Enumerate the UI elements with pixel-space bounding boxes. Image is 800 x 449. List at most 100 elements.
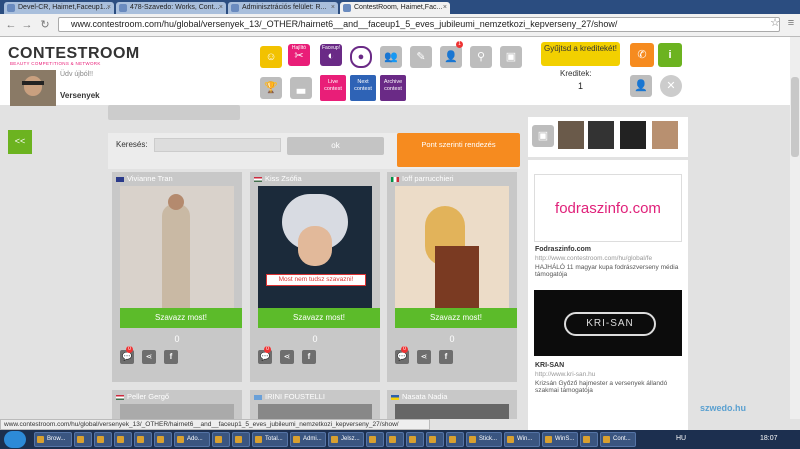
app-icon (215, 436, 222, 443)
clock[interactable]: 18:07 (760, 435, 778, 442)
fodraszinfo-logo[interactable]: fodraszinfo.com (534, 174, 682, 242)
krisan-logo[interactable]: KRI-SAN (534, 290, 682, 356)
close-tab-icon[interactable]: × (107, 2, 111, 14)
contestant-photo[interactable] (120, 186, 234, 314)
browser-tab-2[interactable]: 478-Szavedo: Works, Cont... × (116, 2, 226, 14)
archive-contest-button[interactable]: Archive contest (380, 75, 406, 101)
taskbar-item[interactable] (366, 432, 384, 447)
scissors-icon[interactable]: Hajlító ✂ (288, 44, 310, 66)
badge-icon[interactable]: ● (350, 46, 372, 68)
language-indicator[interactable]: HU (676, 435, 686, 442)
back-button[interactable]: << (8, 130, 32, 154)
gallery-icon[interactable]: ▣ (500, 46, 522, 68)
logout-icon[interactable]: ✕ (660, 75, 682, 97)
share-icon[interactable]: ⋖ (417, 350, 431, 364)
group-icon[interactable]: 👤 (440, 46, 462, 68)
taskbar-item[interactable]: Cont... (600, 432, 636, 447)
browser-tab-3[interactable]: Adminisztrációs felület: R... × (228, 2, 338, 14)
browser-tab-1[interactable]: Devel-CR, Haimet,Faceup1... × (4, 2, 114, 14)
phone-icon[interactable]: ✆ (630, 43, 654, 67)
facebook-icon[interactable]: f (439, 350, 453, 364)
podium-icon[interactable]: ▃ (290, 77, 312, 99)
sponsor-title[interactable]: KRI-SAN (535, 362, 564, 369)
vote-count: 0 (174, 334, 180, 344)
photo-figure (162, 204, 190, 314)
vote-now-button[interactable]: Szavazz most! (395, 308, 517, 328)
contestant-photo[interactable]: Most nem tudsz szavazni! (258, 186, 372, 314)
taskbar-item[interactable] (426, 432, 444, 447)
browser-tab-4-active[interactable]: ContestRoom, Haimet,Fac... × (340, 2, 450, 14)
collect-credit-button[interactable]: Gyűjtsd a kreditekét! (541, 42, 620, 66)
gallery-icon[interactable]: ▣ (532, 125, 554, 147)
taskbar-item[interactable] (386, 432, 404, 447)
taskbar-item[interactable]: Total... (252, 432, 288, 447)
thumbnail[interactable] (588, 121, 614, 149)
sponsor-url[interactable]: http://www.contestroom.com/hu/global/fe (535, 255, 685, 262)
sponsor-title[interactable]: Fodraszinfo.com (535, 246, 591, 253)
taskbar-item[interactable] (134, 432, 152, 447)
share-icon[interactable]: ⋖ (142, 350, 156, 364)
vote-now-button[interactable]: Szavazz most! (120, 308, 242, 328)
facebook-icon[interactable]: f (164, 350, 178, 364)
avatar[interactable] (10, 70, 56, 106)
taskbar-item[interactable]: Jelsz... (328, 432, 364, 447)
thumbnail[interactable] (558, 121, 584, 149)
taskbar-item[interactable] (114, 432, 132, 447)
people-icon[interactable]: 👥 (380, 46, 402, 68)
sponsor-url[interactable]: http://www.kri-san.hu (535, 371, 595, 378)
username[interactable]: Versenyek (60, 91, 100, 100)
taskbar-item[interactable]: WinS... (542, 432, 578, 447)
taskbar-item[interactable]: Admi... (290, 432, 326, 447)
app-icon (409, 436, 416, 443)
close-tab-icon[interactable]: × (331, 2, 335, 14)
scrollbar-thumb[interactable] (791, 77, 799, 157)
taskbar-item[interactable] (580, 432, 598, 447)
search-input[interactable] (154, 138, 281, 152)
start-button[interactable] (4, 431, 26, 448)
share-icon[interactable]: ⋖ (280, 350, 294, 364)
taskbar-item[interactable] (94, 432, 112, 447)
taskbar-item[interactable] (154, 432, 172, 447)
taskbar-item[interactable]: Ado... (174, 432, 210, 447)
edit-icon[interactable]: ✎ (410, 46, 432, 68)
taskbar-item[interactable] (74, 432, 92, 447)
taskbar-item[interactable]: Stick... (466, 432, 502, 447)
user-settings-icon[interactable]: 👤 (630, 75, 652, 97)
taskbar-item[interactable]: Win... (504, 432, 540, 447)
facebook-icon[interactable]: f (302, 350, 316, 364)
chrome-menu-icon[interactable]: ≡ (784, 16, 798, 30)
banner-button[interactable] (108, 105, 240, 120)
app-icon (603, 436, 610, 443)
thumbnail[interactable] (652, 121, 678, 149)
contestant-photo[interactable] (258, 404, 372, 419)
contestant-photo[interactable] (120, 404, 234, 419)
close-tab-icon[interactable]: × (219, 2, 223, 14)
taskbar-item[interactable]: Brow... (34, 432, 72, 447)
smiley-icon[interactable]: ☺ (260, 46, 282, 68)
taskbar-item[interactable] (212, 432, 230, 447)
reload-icon[interactable]: ↻ (38, 18, 52, 32)
search-user-icon[interactable]: ⚲ (470, 46, 492, 68)
sort-by-points-button[interactable]: Pont szerinti rendezés (397, 133, 520, 167)
contestant-photo[interactable] (395, 404, 509, 419)
page-scrollbar[interactable] (790, 37, 800, 419)
live-contest-button[interactable]: Live contest (320, 75, 346, 101)
mask-icon[interactable]: Faceup! ◐ (320, 44, 342, 66)
back-arrow-icon[interactable]: ← (4, 18, 18, 32)
thumbnail[interactable] (620, 121, 646, 149)
next-contest-button[interactable]: Next contest (350, 75, 376, 101)
taskbar-item[interactable] (406, 432, 424, 447)
vote-now-button[interactable]: Szavazz most! (258, 308, 380, 328)
trophy-icon[interactable]: 🏆 (260, 77, 282, 99)
bookmark-star-icon[interactable]: ☆ (768, 16, 782, 30)
app-icon (583, 436, 590, 443)
url-input[interactable]: www.contestroom.com/hu/global/versenyek_… (58, 17, 780, 32)
search-ok-button[interactable]: ok (287, 137, 384, 155)
contestant-photo[interactable] (395, 186, 509, 314)
forward-arrow-icon[interactable]: → (20, 18, 34, 32)
close-tab-icon[interactable]: × (443, 2, 447, 14)
info-icon[interactable]: i (658, 43, 682, 67)
taskbar-item[interactable] (232, 432, 250, 447)
krisan-logo-text: KRI-SAN (564, 312, 656, 336)
taskbar-item[interactable] (446, 432, 464, 447)
